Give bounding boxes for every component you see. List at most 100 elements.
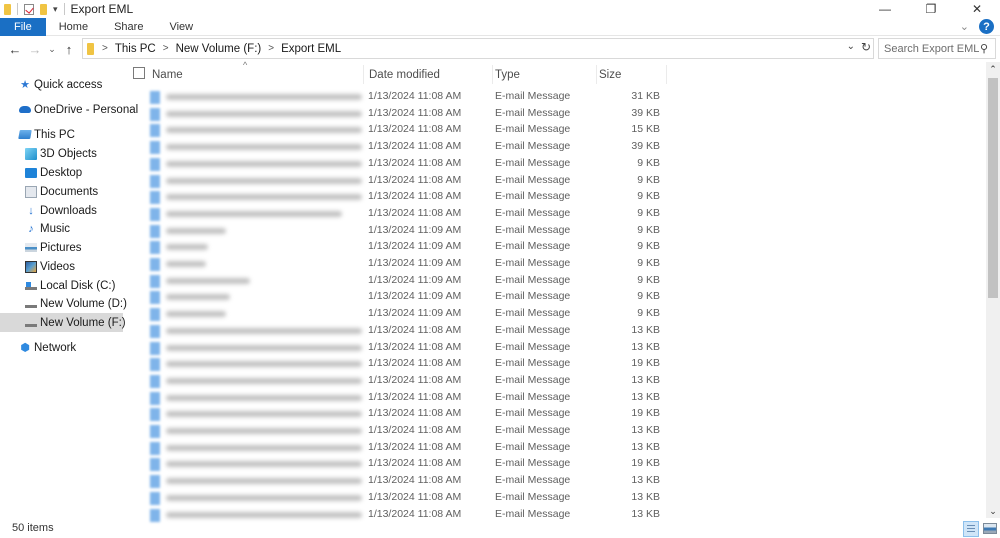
scrollbar-thumb[interactable] bbox=[988, 78, 998, 298]
sidebar-item-new-volume-f[interactable]: New Volume (F:) bbox=[0, 313, 126, 332]
table-row[interactable]: 1/13/2024 11:08 AM E-mail Message 13 KB bbox=[126, 373, 666, 389]
table-row[interactable]: 1/13/2024 11:08 AM E-mail Message 31 KB bbox=[126, 89, 666, 105]
table-row[interactable]: 1/13/2024 11:09 AM E-mail Message 9 KB bbox=[126, 256, 666, 272]
up-button[interactable]: ↑ bbox=[59, 39, 79, 59]
column-header-size[interactable]: Size bbox=[599, 65, 667, 84]
table-row[interactable]: 1/13/2024 11:08 AM E-mail Message 9 KB bbox=[126, 173, 666, 189]
new-folder-icon[interactable] bbox=[40, 3, 47, 15]
table-row[interactable]: 1/13/2024 11:08 AM E-mail Message 13 KB bbox=[126, 423, 666, 439]
sidebar-item-onedrive[interactable]: OneDrive - Personal bbox=[0, 100, 138, 119]
email-file-icon bbox=[150, 107, 160, 121]
table-row[interactable]: 1/13/2024 11:08 AM E-mail Message 13 KB bbox=[126, 473, 666, 489]
sidebar-item-documents[interactable]: Documents bbox=[0, 182, 123, 201]
maximize-button[interactable]: ❐ bbox=[908, 0, 954, 18]
star-icon: ★ bbox=[20, 79, 30, 91]
sidebar-item-desktop[interactable]: Desktop bbox=[0, 163, 123, 182]
table-row[interactable]: 1/13/2024 11:08 AM E-mail Message 39 KB bbox=[126, 139, 666, 155]
type-cell: E-mail Message bbox=[495, 90, 571, 102]
file-name-blurred bbox=[166, 394, 362, 401]
date-cell: 1/13/2024 11:08 AM bbox=[368, 373, 462, 386]
tab-file[interactable]: File bbox=[0, 17, 46, 36]
sidebar-item-downloads[interactable]: ↓ Downloads bbox=[0, 201, 123, 220]
tab-home[interactable]: Home bbox=[46, 18, 101, 36]
table-row[interactable]: 1/13/2024 11:08 AM E-mail Message 15 KB bbox=[126, 122, 666, 138]
date-cell: 1/13/2024 11:09 AM bbox=[368, 240, 462, 253]
sidebar-item-label: Pictures bbox=[40, 241, 82, 254]
address-dropdown-icon[interactable]: ⌄ bbox=[847, 41, 855, 52]
sidebar-item-new-volume-d[interactable]: New Volume (D:) bbox=[0, 294, 127, 313]
table-row[interactable]: 1/13/2024 11:09 AM E-mail Message 9 KB bbox=[126, 306, 666, 322]
sidebar-item-label: Videos bbox=[40, 260, 75, 273]
search-icon[interactable]: ⚲ bbox=[980, 42, 988, 55]
column-header-type[interactable]: Type bbox=[495, 65, 597, 84]
file-name-blurred bbox=[166, 127, 362, 134]
breadcrumb-separator[interactable]: > bbox=[268, 43, 274, 54]
type-cell: E-mail Message bbox=[495, 340, 571, 353]
table-row[interactable]: 1/13/2024 11:08 AM E-mail Message 13 KB bbox=[126, 490, 666, 506]
select-all-checkbox[interactable] bbox=[133, 67, 145, 79]
date-cell: 1/13/2024 11:09 AM bbox=[368, 307, 462, 320]
size-cell: 15 KB bbox=[631, 123, 660, 136]
properties-icon[interactable] bbox=[24, 3, 34, 15]
email-file-icon bbox=[150, 157, 160, 171]
table-row[interactable]: 1/13/2024 11:09 AM E-mail Message 9 KB bbox=[126, 289, 666, 305]
file-name-blurred bbox=[166, 494, 362, 501]
address-bar[interactable]: > This PC > New Volume (F:) > Export EML… bbox=[82, 38, 874, 59]
item-count: 50 items bbox=[12, 522, 54, 534]
table-row[interactable]: 1/13/2024 11:08 AM E-mail Message 13 KB bbox=[126, 323, 666, 339]
table-row[interactable]: 1/13/2024 11:08 AM E-mail Message 9 KB bbox=[126, 156, 666, 172]
table-row[interactable]: 1/13/2024 11:09 AM E-mail Message 9 KB bbox=[126, 239, 666, 255]
table-row[interactable]: 1/13/2024 11:08 AM E-mail Message 13 KB bbox=[126, 340, 666, 356]
breadcrumb-separator[interactable]: > bbox=[163, 43, 169, 54]
breadcrumb-new-volume-f[interactable]: New Volume (F:) bbox=[176, 43, 262, 55]
email-file-icon bbox=[150, 241, 160, 255]
table-row[interactable]: 1/13/2024 11:08 AM E-mail Message 39 KB bbox=[126, 106, 666, 122]
tab-view[interactable]: View bbox=[156, 18, 206, 36]
table-row[interactable]: 1/13/2024 11:08 AM E-mail Message 19 KB bbox=[126, 406, 666, 422]
sidebar-item-this-pc[interactable]: This PC bbox=[0, 125, 123, 144]
back-button[interactable]: ← bbox=[5, 39, 25, 59]
sidebar-item-local-disk-c[interactable]: Local Disk (C:) bbox=[0, 276, 123, 295]
tab-share[interactable]: Share bbox=[101, 18, 156, 36]
sidebar-item-pictures[interactable]: Pictures bbox=[0, 238, 123, 257]
breadcrumb-export-eml[interactable]: Export EML bbox=[281, 43, 341, 55]
details-view-icon[interactable] bbox=[963, 521, 979, 537]
table-row[interactable]: 1/13/2024 11:09 AM E-mail Message 9 KB bbox=[126, 223, 666, 239]
table-row[interactable]: 1/13/2024 11:08 AM E-mail Message 13 KB bbox=[126, 390, 666, 406]
column-header-date-modified[interactable]: Date modified bbox=[369, 65, 493, 84]
table-row[interactable]: 1/13/2024 11:08 AM E-mail Message 13 KB bbox=[126, 440, 666, 456]
scroll-down-icon[interactable]: ⌄ bbox=[986, 504, 1000, 518]
customize-dropdown-icon[interactable]: ▾ bbox=[53, 4, 58, 15]
email-file-icon bbox=[150, 141, 160, 155]
expand-ribbon-icon[interactable]: ⌄ bbox=[960, 20, 969, 33]
table-row[interactable]: 1/13/2024 11:08 AM E-mail Message 19 KB bbox=[126, 456, 666, 472]
forward-button[interactable]: → bbox=[25, 39, 45, 59]
table-row[interactable]: 1/13/2024 11:08 AM E-mail Message 19 KB bbox=[126, 356, 666, 372]
table-row[interactable]: 1/13/2024 11:08 AM E-mail Message 9 KB bbox=[126, 206, 666, 222]
scroll-up-icon[interactable]: ⌃ bbox=[986, 62, 1000, 76]
refresh-icon[interactable]: ↻ bbox=[861, 40, 871, 54]
table-row[interactable]: 1/13/2024 11:09 AM E-mail Message 9 KB bbox=[126, 273, 666, 289]
table-row[interactable]: 1/13/2024 11:08 AM E-mail Message 9 KB bbox=[126, 189, 666, 205]
file-name-blurred bbox=[166, 377, 362, 384]
sidebar-item-videos[interactable]: Videos bbox=[0, 257, 123, 276]
sidebar-item-music[interactable]: ♪ Music bbox=[0, 219, 123, 238]
sidebar-item-label: This PC bbox=[34, 128, 75, 141]
search-box[interactable]: ⚲ bbox=[878, 38, 996, 59]
vertical-scrollbar[interactable]: ⌃ ⌄ bbox=[986, 62, 1000, 518]
folder-icon[interactable] bbox=[4, 3, 11, 15]
help-icon[interactable]: ? bbox=[979, 19, 994, 34]
search-input[interactable] bbox=[884, 42, 980, 55]
sidebar-item-quick-access[interactable]: ★ Quick access bbox=[0, 75, 123, 94]
column-header-name[interactable]: Name bbox=[152, 65, 364, 84]
sidebar-item-3d-objects[interactable]: 3D Objects bbox=[0, 144, 123, 163]
sidebar-item-network[interactable]: ⬢ Network bbox=[0, 338, 123, 357]
large-icons-view-icon[interactable] bbox=[983, 523, 997, 534]
recent-locations-button[interactable]: ⌄ bbox=[45, 39, 59, 59]
type-cell: E-mail Message bbox=[495, 290, 571, 303]
breadcrumb-this-pc[interactable]: This PC bbox=[115, 43, 156, 55]
window-controls: — ❐ ✕ bbox=[862, 0, 1000, 18]
minimize-button[interactable]: — bbox=[862, 0, 908, 18]
close-button[interactable]: ✕ bbox=[954, 0, 1000, 18]
breadcrumb-separator[interactable]: > bbox=[102, 43, 108, 54]
